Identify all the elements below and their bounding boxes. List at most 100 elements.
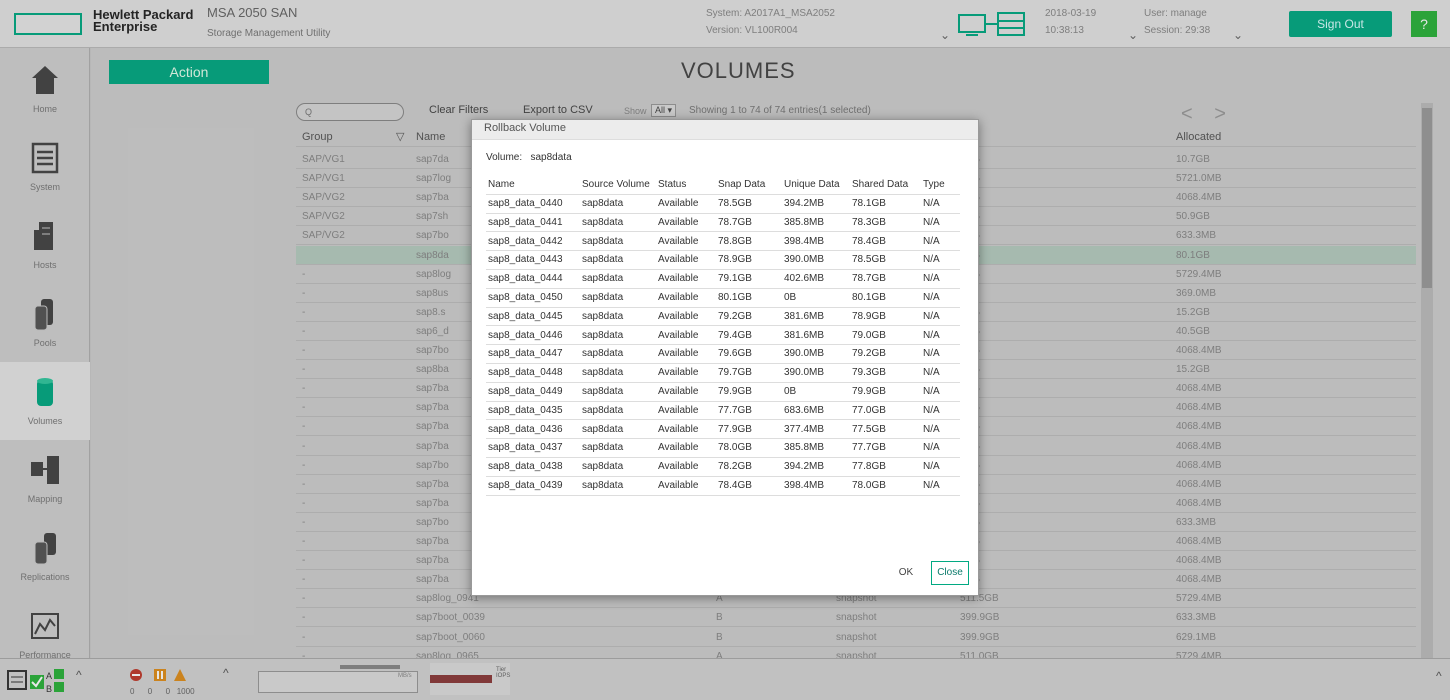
dialog-table-header: Name Source Volume Status Snap Data Unique D… [486,176,960,195]
snapshot-row[interactable]: sap8_data_0439 sap8data Available 78.4GB 398… [486,477,960,496]
cell-status: Available [658,329,699,341]
cell-status: Available [658,216,699,228]
cell-type: N/A [923,329,940,341]
cell-name: sap8_data_0444 [488,273,563,285]
cell-source-volume: sap8data [582,423,624,435]
cell-unique-data: 394.2MB [784,198,825,209]
cell-type: N/A [923,292,940,303]
cell-snap-data: 78.4GB [718,480,752,491]
snapshot-row[interactable]: sap8_data_0444 sap8data Available 79.1GB 402… [486,270,960,289]
cell-source-volume: sap8data [582,310,624,322]
cell-name: sap8_data_0439 [488,480,563,491]
cell-status: Available [658,310,699,322]
cell-source-volume: sap8data [582,329,624,341]
snapshot-row[interactable]: sap8_data_0436 sap8data Available 77.9GB 377… [486,421,960,440]
snapshot-row[interactable]: sap8_data_0445 sap8data Available 79.2GB 381… [486,308,960,327]
cell-shared-data: 79.2GB [852,348,886,360]
column-header-unique-data[interactable]: Unique Data [784,176,840,194]
close-button[interactable]: Close [931,561,969,585]
cell-shared-data: 77.8GB [852,461,886,473]
cell-name: sap8_data_0446 [488,329,563,341]
column-header-source-volume[interactable]: Source Volume [582,176,650,194]
cell-snap-data: 79.7GB [718,367,752,379]
cell-type: N/A [923,386,940,397]
snapshot-row[interactable]: sap8_data_0443 sap8data Available 78.9GB 390… [486,251,960,271]
snapshot-row[interactable]: sap8_data_0441 sap8data Available 78.7GB 385… [486,214,960,233]
snapshot-row[interactable]: sap8_data_0447 sap8data Available 79.6GB 390… [486,345,960,365]
snapshot-row[interactable]: sap8_data_0446 sap8data Available 79.4GB 381… [486,327,960,346]
cell-type: N/A [923,423,940,435]
cell-snap-data: 79.2GB [718,310,752,322]
cell-unique-data: 381.6MB [784,329,825,341]
cell-status: Available [658,423,699,435]
cell-shared-data: 80.1GB [852,292,886,303]
cell-type: N/A [923,404,940,416]
cell-shared-data: 77.7GB [852,442,886,454]
cell-type: N/A [923,273,940,285]
cell-type: N/A [923,254,940,266]
column-header-type[interactable]: Type [923,176,945,194]
cell-type: N/A [923,198,940,209]
cell-unique-data: 398.4MB [784,480,825,491]
column-header-shared-data[interactable]: Shared Data [852,176,908,194]
cell-source-volume: sap8data [582,198,624,209]
cell-status: Available [658,404,699,416]
cell-snap-data: 79.9GB [718,386,752,397]
cell-shared-data: 78.3GB [852,216,886,228]
cell-source-volume: sap8data [582,348,624,360]
dialog-title: Rollback Volume [472,120,978,140]
snapshot-row[interactable]: sap8_data_0438 sap8data Available 78.2GB 394… [486,458,960,477]
column-header-snap-data[interactable]: Snap Data [718,176,765,194]
snapshot-row[interactable]: sap8_data_0449 sap8data Available 79.9GB 0B 7… [486,383,960,402]
cell-source-volume: sap8data [582,216,624,228]
cell-shared-data: 79.9GB [852,386,886,397]
cell-status: Available [658,461,699,473]
cell-unique-data: 381.6MB [784,310,825,322]
snapshot-row[interactable]: sap8_data_0440 sap8data Available 78.5GB 394… [486,195,960,214]
cell-name: sap8_data_0436 [488,423,563,435]
cell-type: N/A [923,235,940,247]
cell-type: N/A [923,442,940,454]
cell-type: N/A [923,310,940,322]
column-header-status[interactable]: Status [658,176,686,194]
cell-name: sap8_data_0445 [488,310,563,322]
cell-unique-data: 683.6MB [784,404,825,416]
cell-status: Available [658,198,699,209]
cell-snap-data: 78.5GB [718,198,752,209]
cell-name: sap8_data_0447 [488,348,563,360]
cell-status: Available [658,273,699,285]
cell-name: sap8_data_0438 [488,461,563,473]
volume-label: Volume: [486,152,523,163]
cell-name: sap8_data_0440 [488,198,563,209]
cell-name: sap8_data_0437 [488,442,563,454]
cell-status: Available [658,254,699,266]
column-header-name[interactable]: Name [488,176,515,194]
snapshot-row[interactable]: sap8_data_0437 sap8data Available 78.0GB 385… [486,439,960,459]
cell-name: sap8_data_0448 [488,367,563,379]
cell-unique-data: 390.0MB [784,348,825,360]
cell-status: Available [658,386,699,397]
snapshot-row[interactable]: sap8_data_0435 sap8data Available 77.7GB 683… [486,402,960,421]
cell-shared-data: 78.0GB [852,480,886,491]
snapshot-row[interactable]: sap8_data_0442 sap8data Available 78.8GB 398… [486,233,960,252]
rollback-volume-dialog: Rollback Volume Volume: sap8data Name Sou… [471,119,979,596]
cell-name: sap8_data_0435 [488,404,563,416]
cell-source-volume: sap8data [582,235,624,247]
cell-type: N/A [923,216,940,228]
cell-source-volume: sap8data [582,367,624,379]
ok-button[interactable]: OK [891,561,921,585]
snapshot-row[interactable]: sap8_data_0448 sap8data Available 79.7GB 390… [486,364,960,383]
cell-shared-data: 78.9GB [852,310,886,322]
cell-type: N/A [923,461,940,473]
cell-shared-data: 79.0GB [852,329,886,341]
cell-type: N/A [923,348,940,360]
snapshot-row[interactable]: sap8_data_0450 sap8data Available 80.1GB 0B 8… [486,289,960,308]
cell-source-volume: sap8data [582,273,624,285]
cell-snap-data: 80.1GB [718,292,752,303]
cell-snap-data: 77.7GB [718,404,752,416]
cell-source-volume: sap8data [582,292,624,303]
cell-snap-data: 78.2GB [718,461,752,473]
cell-shared-data: 79.3GB [852,367,886,379]
cell-status: Available [658,367,699,379]
cell-type: N/A [923,367,940,379]
